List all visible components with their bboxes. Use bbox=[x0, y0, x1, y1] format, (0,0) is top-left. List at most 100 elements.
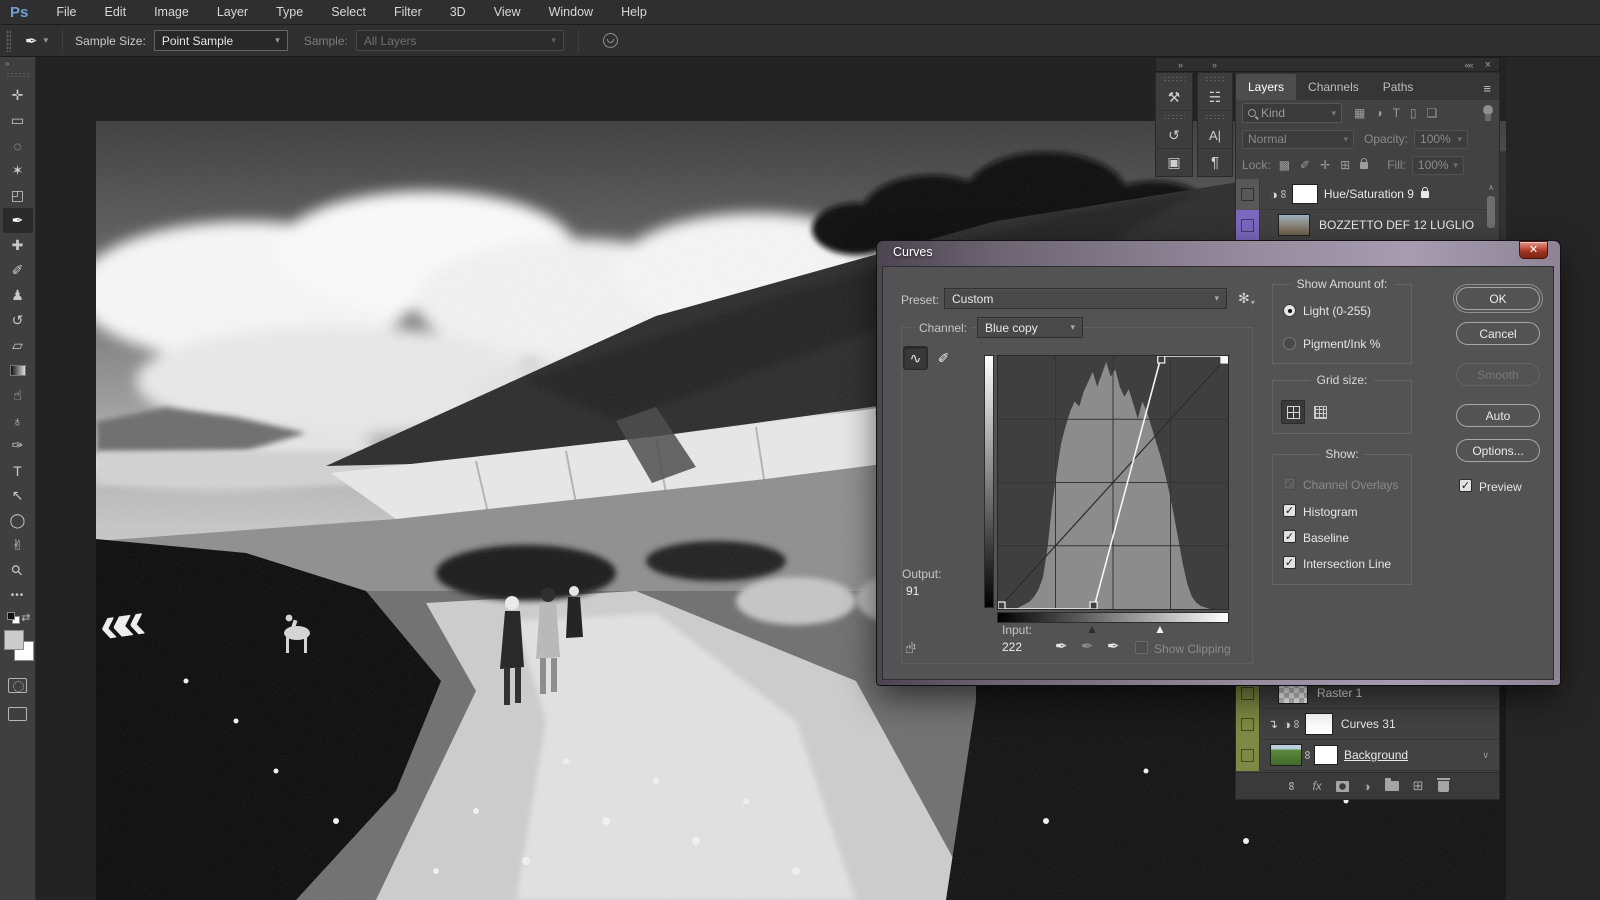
brush-tool[interactable]: ✐ bbox=[3, 258, 33, 283]
smudge-tool[interactable]: ☝ bbox=[3, 383, 33, 408]
sampling-ring-icon[interactable] bbox=[603, 33, 618, 48]
rectangular-marquee-tool[interactable]: ▭ bbox=[3, 108, 33, 133]
sample-size-select[interactable]: Point Sample▾ bbox=[154, 30, 288, 51]
layer-mask-thumbnail[interactable] bbox=[1292, 184, 1318, 204]
menu-help[interactable]: Help bbox=[607, 5, 661, 19]
tab-layers[interactable]: Layers bbox=[1236, 74, 1296, 100]
scroll-down-icon[interactable]: ∨ bbox=[1482, 750, 1489, 761]
opacity-value[interactable]: 100% ▾ bbox=[1414, 130, 1468, 149]
auto-button[interactable]: Auto bbox=[1456, 404, 1540, 427]
visibility-toggle[interactable] bbox=[1236, 709, 1260, 740]
crop-tool[interactable]: ◰ bbox=[3, 183, 33, 208]
preview-checkbox[interactable]: ✓ bbox=[1459, 479, 1472, 492]
quarter-grid-button[interactable] bbox=[1281, 400, 1305, 424]
history-brush-tool[interactable]: ↺ bbox=[3, 308, 33, 333]
targeted-adjustment-tool-icon[interactable]: ☝↕ bbox=[905, 639, 919, 657]
filter-pixel-layers-icon[interactable]: ▦ bbox=[1354, 106, 1365, 120]
layer-thumbnail[interactable] bbox=[1278, 682, 1308, 704]
hand-tool[interactable]: ✌ bbox=[3, 533, 33, 558]
zoom-tool[interactable]: ⚲ bbox=[3, 558, 33, 583]
quick-selection-tool[interactable]: ✶ bbox=[3, 158, 33, 183]
chevron-down-icon[interactable]: ▾ bbox=[44, 35, 49, 46]
visibility-toggle[interactable] bbox=[1236, 179, 1260, 210]
lasso-tool[interactable]: ◌ bbox=[3, 133, 33, 158]
layer-thumbnail[interactable] bbox=[1270, 744, 1302, 766]
link-layers-icon[interactable]: ∞ bbox=[1285, 780, 1299, 792]
filter-type-layers-icon[interactable]: T bbox=[1393, 106, 1400, 120]
layer-row-background[interactable]: ∞ Background ∨ bbox=[1236, 740, 1499, 771]
smooth-button[interactable]: Smooth bbox=[1456, 363, 1540, 386]
intersection-line-checkbox[interactable]: ✓ bbox=[1283, 556, 1296, 569]
layer-mask-thumbnail[interactable] bbox=[1305, 713, 1333, 735]
properties-icon[interactable]: ☵ bbox=[1198, 84, 1232, 111]
menu-filter[interactable]: Filter bbox=[380, 5, 436, 19]
type-tool[interactable]: T bbox=[3, 458, 33, 483]
white-point-eyedropper-icon[interactable]: ✒ bbox=[1107, 637, 1120, 655]
menu-layer[interactable]: Layer bbox=[203, 5, 262, 19]
add-mask-icon[interactable] bbox=[1336, 781, 1349, 792]
eyedropper-tool[interactable]: ✒ bbox=[3, 208, 33, 233]
tab-channels[interactable]: Channels bbox=[1296, 74, 1371, 100]
path-selection-tool[interactable]: ↖ bbox=[3, 483, 33, 508]
new-group-icon[interactable] bbox=[1385, 781, 1399, 791]
toolbar-collapse-icon[interactable]: » bbox=[0, 57, 35, 71]
gray-point-eyedropper-icon[interactable]: ✒ bbox=[1081, 637, 1094, 655]
edit-points-tool-button[interactable]: ∿ bbox=[903, 346, 928, 370]
move-tool[interactable]: ✛ bbox=[3, 83, 33, 108]
shadow-input-slider[interactable]: ▲ bbox=[1086, 622, 1098, 636]
paragraph-panel-icon[interactable]: ¶ bbox=[1198, 149, 1232, 176]
black-point-eyedropper-icon[interactable]: ✒ bbox=[1055, 637, 1068, 655]
filter-kind-select[interactable]: Kind ▾ bbox=[1242, 103, 1342, 123]
layer-row-curves-31[interactable]: ↴ ◑ ∞ Curves 31 bbox=[1236, 709, 1499, 740]
layer-row-bozzetto[interactable]: BOZZETTO DEF 12 LUGLIO bbox=[1236, 210, 1499, 241]
blend-mode-select[interactable]: Normal ▾ bbox=[1242, 130, 1354, 149]
layer-style-icon[interactable]: fx bbox=[1312, 779, 1321, 793]
menu-select[interactable]: Select bbox=[317, 5, 380, 19]
menu-image[interactable]: Image bbox=[140, 5, 203, 19]
visibility-toggle[interactable] bbox=[1236, 740, 1260, 771]
preset-select[interactable]: Custom ▾ bbox=[944, 288, 1227, 309]
lock-all-icon[interactable] bbox=[1360, 162, 1368, 169]
lock-pixels-icon[interactable]: ✐ bbox=[1300, 158, 1310, 172]
dialog-close-button[interactable]: ✕ bbox=[1519, 241, 1548, 259]
edit-toolbar[interactable]: ••• bbox=[3, 583, 33, 608]
panel-menu-icon[interactable]: ≡ bbox=[1475, 81, 1499, 100]
filter-adjustment-layers-icon[interactable]: ◑ bbox=[1375, 106, 1382, 120]
quick-mask-button[interactable] bbox=[8, 678, 27, 693]
histogram-checkbox[interactable]: ✓ bbox=[1283, 504, 1296, 517]
layer-mask-thumbnail[interactable] bbox=[1314, 745, 1338, 765]
options-button[interactable]: Options... bbox=[1456, 439, 1540, 462]
fine-grid-button[interactable] bbox=[1308, 400, 1332, 424]
3d-panel-icon[interactable]: ▣ bbox=[1156, 149, 1192, 176]
highlight-input-slider[interactable]: ▲ bbox=[1154, 622, 1166, 636]
new-layer-icon[interactable]: ⊞ bbox=[1413, 778, 1424, 794]
draw-curve-pencil-button[interactable]: ✐ bbox=[931, 346, 956, 370]
layer-thumbnail[interactable] bbox=[1278, 214, 1310, 236]
foreground-color-swatch[interactable] bbox=[4, 630, 24, 650]
default-swatches-icon[interactable]: ⇄ bbox=[3, 610, 33, 626]
light-radio[interactable] bbox=[1283, 304, 1296, 317]
dodge-tool[interactable]: ♁ bbox=[3, 408, 33, 433]
history-icon[interactable]: ↺ bbox=[1156, 122, 1192, 149]
channel-select[interactable]: Blue copy ▾ bbox=[977, 317, 1083, 338]
scrollbar-thumb[interactable] bbox=[1487, 196, 1495, 228]
preset-options-gear-icon[interactable]: ✻ bbox=[1238, 290, 1254, 307]
scroll-up-icon[interactable]: ∧ bbox=[1486, 183, 1496, 192]
eyedropper-tool-icon[interactable]: ✒ bbox=[25, 32, 38, 50]
visibility-toggle[interactable] bbox=[1236, 210, 1260, 241]
sample-select[interactable]: All Layers▾ bbox=[356, 30, 564, 51]
menu-file[interactable]: File bbox=[42, 5, 90, 19]
filter-shape-layers-icon[interactable]: ▯ bbox=[1410, 106, 1417, 120]
ok-button[interactable]: OK bbox=[1456, 287, 1540, 310]
collapse-panel-icon[interactable]: «« bbox=[1465, 60, 1473, 70]
filter-smart-objects-icon[interactable]: ❏ bbox=[1427, 106, 1438, 120]
clone-stamp-tool[interactable]: ♟ bbox=[3, 283, 33, 308]
output-value[interactable]: 91 bbox=[906, 584, 919, 598]
show-clipping-checkbox[interactable] bbox=[1135, 641, 1148, 654]
curves-graph[interactable] bbox=[997, 355, 1229, 610]
menu-type[interactable]: Type bbox=[262, 5, 317, 19]
pigment-ink-radio[interactable] bbox=[1283, 337, 1296, 350]
menu-3d[interactable]: 3D bbox=[436, 5, 480, 19]
cancel-button[interactable]: Cancel bbox=[1456, 322, 1540, 345]
lock-transparency-icon[interactable]: ▩ bbox=[1279, 158, 1290, 172]
